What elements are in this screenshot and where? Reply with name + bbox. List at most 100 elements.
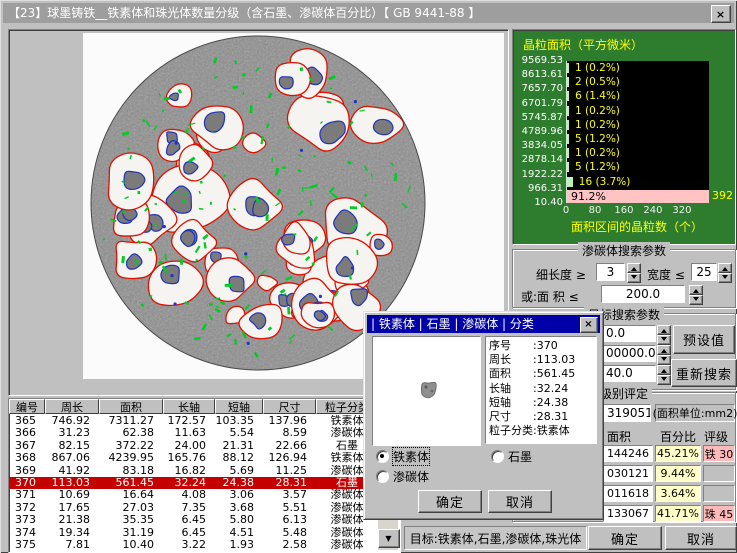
scroll-down-icon[interactable]: ▼ bbox=[378, 529, 400, 548]
chart-x-axis-label: 面积区间的晶粒数（个） bbox=[571, 218, 703, 235]
slenderness-stepper[interactable] bbox=[627, 263, 641, 281]
slenderness-input[interactable]: 3 bbox=[596, 263, 625, 281]
particle-table[interactable]: 编号周长面积长轴短轴尺寸粒子分类 365746.927311.27172.571… bbox=[8, 398, 401, 553]
spin-down-icon[interactable] bbox=[661, 377, 667, 384]
y-axis-tick-label: 9569.53 bbox=[513, 55, 563, 66]
grading-grade-cell: 珠 45 bbox=[703, 505, 735, 522]
spin-up-icon[interactable] bbox=[661, 346, 667, 353]
particle-details: 序号:370周长:113.03面积:561.45长轴:32.24短轴:24.38… bbox=[485, 336, 597, 444]
radio-铁素体[interactable]: 铁素体 bbox=[376, 448, 429, 465]
particle-col-header[interactable]: 尺寸 bbox=[263, 399, 316, 414]
y-axis-tick-label: 1922.22 bbox=[513, 169, 563, 180]
target-stepper-3[interactable] bbox=[657, 365, 671, 382]
grain-bin-label: 1 (0.2%) bbox=[575, 119, 620, 131]
research-button[interactable]: 重新搜索 bbox=[671, 359, 737, 387]
dialog-cancel-button[interactable]: 取消 bbox=[488, 490, 552, 513]
y-axis-tick-label: 8613.61 bbox=[513, 69, 563, 80]
target-summary-box: 目标:铁素体,石墨,渗碳体,珠光体 bbox=[404, 526, 587, 550]
table-row[interactable]: 37110.6916.644.083.063.57渗碳体 bbox=[9, 489, 378, 501]
grading-col-header: 百分比 bbox=[655, 429, 701, 443]
table-cell: 32.24 bbox=[163, 477, 215, 489]
width-input[interactable]: 25 bbox=[691, 263, 717, 281]
table-row[interactable]: 36941.9283.1816.825.6911.25渗碳体 bbox=[9, 465, 378, 477]
dialog-tabs[interactable]: | 铁素体 | 石墨 | 渗碳体 | 分类 bbox=[371, 317, 534, 331]
spin-down-icon[interactable] bbox=[693, 297, 699, 304]
particle-preview-image bbox=[373, 337, 478, 443]
table-cell: 渗碳体 bbox=[316, 539, 378, 551]
detail-label: 短轴 bbox=[489, 396, 533, 410]
spin-down-icon[interactable] bbox=[661, 337, 667, 344]
particle-col-header[interactable]: 面积 bbox=[99, 399, 163, 414]
table-cell: 366 bbox=[9, 427, 45, 439]
total-area-field[interactable]: 319051 bbox=[603, 404, 651, 422]
table-row[interactable]: 36631.2362.3811.635.548.59渗碳体 bbox=[9, 427, 378, 439]
table-cell: 6.13 bbox=[263, 514, 316, 526]
dialog-ok-button[interactable]: 确定 bbox=[418, 490, 482, 513]
particle-col-header[interactable]: 编号 bbox=[9, 399, 45, 414]
table-cell: 6.45 bbox=[163, 527, 215, 539]
table-row[interactable]: 365746.927311.27172.57103.35137.96铁素体 bbox=[9, 415, 378, 427]
table-cell: 370 bbox=[9, 477, 45, 489]
x-axis-tick-label: 0 bbox=[563, 205, 569, 216]
table-cell: 8.59 bbox=[263, 427, 316, 439]
cementite-params-group: 渗碳体搜索参数 细长度 ≥ 3 宽度 ≤ 25 或:面 积 ≤ 200.0 bbox=[512, 249, 736, 308]
spin-up-icon[interactable] bbox=[693, 286, 699, 293]
particle-detail-line: 短轴:24.38 bbox=[489, 396, 596, 410]
spin-up-icon[interactable] bbox=[722, 264, 728, 271]
grain-bin-label: 5 (1.2%) bbox=[575, 161, 620, 173]
preset-button[interactable]: 预设值 bbox=[673, 325, 735, 354]
spin-up-icon[interactable] bbox=[631, 264, 637, 271]
table-cell: 3.06 bbox=[215, 489, 263, 501]
table-cell: 28.31 bbox=[263, 477, 316, 489]
particle-col-header[interactable]: 短轴 bbox=[215, 399, 263, 414]
grading-pct-cell: 45.21% bbox=[655, 445, 701, 462]
dialog-title-bar[interactable]: | 铁素体 | 石墨 | 渗碳体 | 分类 × bbox=[367, 315, 600, 333]
target-stepper-1[interactable] bbox=[657, 325, 671, 342]
table-cell: 374 bbox=[9, 527, 45, 539]
main-ok-button[interactable]: 确定 bbox=[588, 526, 662, 550]
table-cell: 17.65 bbox=[45, 502, 99, 514]
particle-col-header[interactable]: 周长 bbox=[45, 399, 99, 414]
table-cell: 2.58 bbox=[263, 539, 316, 551]
table-cell: 4.51 bbox=[215, 527, 263, 539]
width-stepper[interactable] bbox=[718, 263, 732, 281]
table-cell: 21.31 bbox=[215, 440, 263, 452]
majority-bin-bar: 91.2% bbox=[567, 190, 709, 203]
table-cell: 7.35 bbox=[163, 502, 215, 514]
radio-渗碳体[interactable]: 渗碳体 bbox=[376, 468, 429, 485]
table-row[interactable]: 37419.3431.196.454.515.48渗碳体 bbox=[9, 527, 378, 539]
target-stepper-2[interactable] bbox=[657, 345, 671, 362]
slenderness-label: 细长度 ≥ bbox=[536, 266, 586, 283]
main-cancel-button[interactable]: 取消 bbox=[665, 526, 737, 550]
spin-down-icon[interactable] bbox=[661, 357, 667, 364]
particle-col-header[interactable]: 长轴 bbox=[163, 399, 215, 414]
grading-pct-cell: 41.71% bbox=[655, 505, 701, 522]
cementite-params-legend: 渗碳体搜索参数 bbox=[578, 242, 670, 259]
x-axis-tick-label: 320 bbox=[672, 205, 691, 216]
area-input[interactable]: 200.0 bbox=[601, 285, 685, 303]
table-row[interactable]: 370113.03561.4532.2424.3828.31石墨 bbox=[9, 477, 378, 489]
table-row[interactable]: 36782.15372.2224.0021.3122.66石墨 bbox=[9, 440, 378, 452]
table-row[interactable]: 37321.3835.356.455.806.13渗碳体 bbox=[9, 514, 378, 526]
dialog-close-icon[interactable]: × bbox=[580, 317, 598, 333]
spin-up-icon[interactable] bbox=[661, 326, 667, 333]
particle-detail-line: 长轴:32.24 bbox=[489, 382, 596, 396]
y-axis-tick-label: 966.31 bbox=[513, 183, 563, 194]
spin-up-icon[interactable] bbox=[661, 366, 667, 373]
table-cell: 5.48 bbox=[263, 527, 316, 539]
radio-icon[interactable] bbox=[376, 470, 389, 483]
radio-icon[interactable] bbox=[376, 450, 389, 463]
close-icon[interactable]: × bbox=[711, 5, 731, 23]
spin-down-icon[interactable] bbox=[631, 275, 637, 282]
radio-icon[interactable] bbox=[491, 450, 504, 463]
area-stepper[interactable] bbox=[689, 285, 703, 303]
grain-bin-bar bbox=[567, 106, 569, 116]
table-cell: 5.54 bbox=[215, 427, 263, 439]
table-cell: 16.64 bbox=[99, 489, 163, 501]
radio-石墨[interactable]: 石墨 bbox=[491, 448, 532, 465]
table-row[interactable]: 37217.6527.037.353.685.51渗碳体 bbox=[9, 502, 378, 514]
spin-down-icon[interactable] bbox=[722, 275, 728, 282]
table-cell: 82.15 bbox=[45, 440, 99, 452]
table-row[interactable]: 368867.064239.95165.7688.12126.94铁素体 bbox=[9, 452, 378, 464]
table-row[interactable]: 3757.8110.403.221.932.58渗碳体 bbox=[9, 539, 378, 551]
